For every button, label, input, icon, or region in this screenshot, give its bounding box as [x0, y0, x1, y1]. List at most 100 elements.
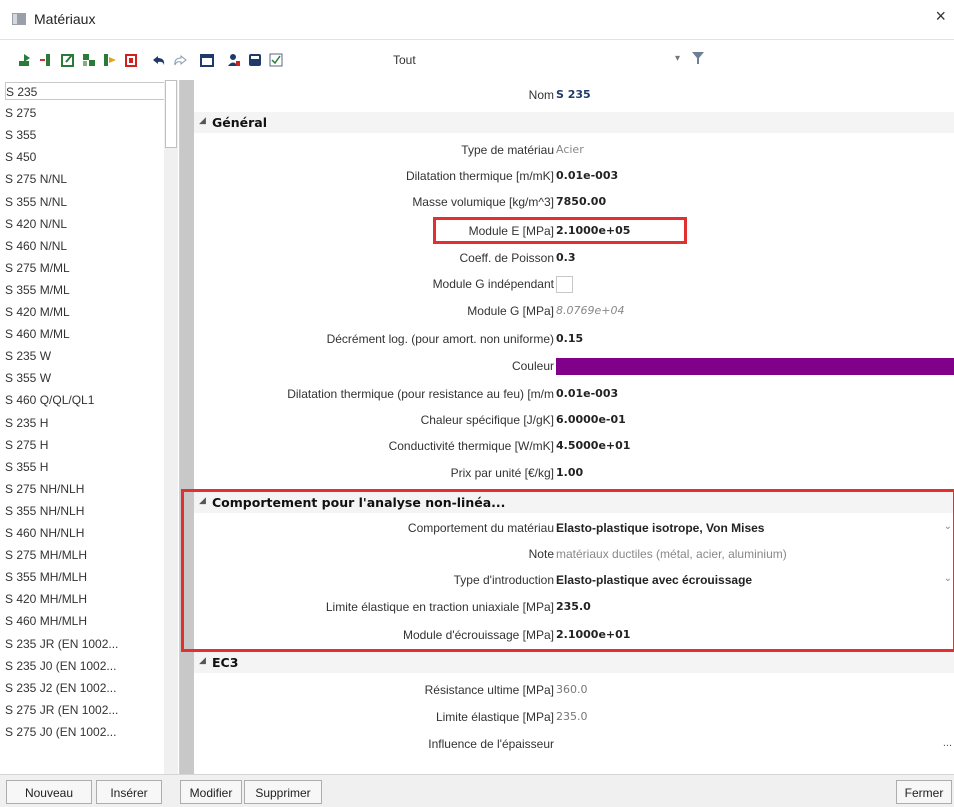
list-item[interactable]: S 460 NH/NLH	[5, 524, 165, 542]
prop-label: Dilatation thermique [m/mK]	[405, 169, 554, 183]
material-list: S 235 S 275 S 355 S 450 S 275 N/NL S 355 N/NL…	[0, 80, 180, 774]
save-icon[interactable]	[248, 53, 262, 67]
collapse-icon[interactable]: ◢	[199, 655, 206, 666]
list-item[interactable]: S 235 H	[5, 414, 165, 432]
highlight-box-nonlinear	[181, 489, 954, 652]
list-item[interactable]: S 275 M/ML	[5, 259, 165, 277]
section-general[interactable]: ◢ Général	[194, 112, 954, 133]
prop-value-dilatation[interactable]: 0.01e-003	[556, 169, 618, 182]
list-item[interactable]: S 460 N/NL	[5, 237, 165, 255]
prop-label: Résistance ultime [MPa]	[424, 683, 554, 697]
prop-row-epaisseur: Influence de l'épaisseur ...	[194, 734, 954, 755]
prop-row-chaleur: Chaleur spécifique [J/gK] 6.0000e-01	[194, 410, 954, 431]
prop-row-module-g: Module G [MPa] 8.0769e+04	[194, 301, 954, 322]
prop-label: Module G [MPa]	[467, 304, 554, 318]
property-grid: Nom S 235 ◢ Général Type de matériau Aci…	[194, 80, 954, 774]
prop-row-module-g-ind: Module G indépendant	[194, 274, 954, 295]
prop-value-type[interactable]: Acier	[556, 143, 584, 156]
prop-value-poisson[interactable]: 0.3	[556, 251, 576, 264]
prop-label: Conductivité thermique [W/mK]	[388, 439, 554, 453]
filter-select[interactable]: Tout	[393, 53, 416, 67]
prop-row-resistance: Résistance ultime [MPa] 360.0	[194, 680, 954, 701]
new-button[interactable]: Nouveau	[6, 780, 92, 804]
scroll-thumb[interactable]	[165, 80, 177, 148]
list-item[interactable]: S 355 M/ML	[5, 281, 165, 299]
list-item[interactable]: S 450	[5, 148, 165, 166]
color-swatch[interactable]	[556, 358, 954, 375]
modify-button[interactable]: Modifier	[180, 780, 242, 804]
list-scrollbar[interactable]	[164, 80, 178, 774]
list-item[interactable]: S 235	[5, 82, 165, 100]
title-bar: Matériaux ×	[0, 0, 954, 40]
prop-value-dilatation-feu[interactable]: 0.01e-003	[556, 387, 618, 400]
prop-value-masse[interactable]: 7850.00	[556, 195, 606, 208]
list-item[interactable]: S 420 MH/MLH	[5, 590, 165, 608]
section-title: Général	[212, 115, 267, 130]
list-item[interactable]: S 235 JR (EN 1002...	[5, 635, 165, 653]
list-item[interactable]: S 235 J0 (EN 1002...	[5, 657, 165, 675]
list-item[interactable]: S 275 NH/NLH	[5, 480, 165, 498]
clear-icon[interactable]	[200, 53, 214, 67]
prop-value-prix[interactable]: 1.00	[556, 466, 583, 479]
list-item[interactable]: S 355 N/NL	[5, 193, 165, 211]
delete-icon[interactable]	[124, 53, 138, 67]
list-item[interactable]: S 275 H	[5, 436, 165, 454]
prop-label: Nom	[528, 88, 554, 102]
prop-value-conductivite[interactable]: 4.5000e+01	[556, 439, 630, 452]
prop-label: Coeff. de Poisson	[459, 251, 554, 265]
list-item[interactable]: S 275 JR (EN 1002...	[5, 701, 165, 719]
close-button[interactable]: Fermer	[896, 780, 952, 804]
list-item[interactable]: S 235 J2 (EN 1002...	[5, 679, 165, 697]
list-item[interactable]: S 355 W	[5, 369, 165, 387]
prop-row-poisson: Coeff. de Poisson 0.3	[194, 248, 954, 269]
undo-icon[interactable]	[152, 53, 166, 67]
list-item[interactable]: S 460 MH/MLH	[5, 612, 165, 630]
prop-value-chaleur[interactable]: 6.0000e-01	[556, 413, 626, 426]
close-icon[interactable]: ×	[935, 6, 946, 27]
prop-label: Chaleur spécifique [J/gK]	[420, 413, 554, 427]
prop-label: Module G indépendant	[432, 277, 554, 291]
export-icon[interactable]	[103, 53, 117, 67]
prop-row-dilatation: Dilatation thermique [m/mK] 0.01e-003	[194, 166, 954, 187]
prop-row-nom: Nom S 235	[194, 85, 954, 106]
prop-value-module-g: 8.0769e+04	[556, 304, 625, 317]
list-item[interactable]: S 355 NH/NLH	[5, 502, 165, 520]
section-ec3[interactable]: ◢ EC3	[194, 652, 954, 673]
list-item[interactable]: S 460 Q/QL/QL1	[5, 391, 165, 409]
import-icon[interactable]	[18, 53, 32, 67]
redo-icon[interactable]	[173, 53, 187, 67]
prop-row-prix: Prix par unité [€/kg] 1.00	[194, 463, 954, 484]
list-item[interactable]: S 275 J0 (EN 1002...	[5, 723, 165, 741]
list-item[interactable]: S 355 MH/MLH	[5, 568, 165, 586]
module-g-checkbox[interactable]	[556, 276, 573, 293]
prop-value-limite-elastique: 235.0	[556, 710, 588, 723]
insert-icon[interactable]	[39, 53, 53, 67]
prop-row-masse: Masse volumique [kg/m^3] 7850.00	[194, 192, 954, 213]
prop-label: Type de matériau	[461, 143, 554, 157]
ellipsis-button[interactable]: ...	[943, 737, 952, 749]
list-item[interactable]: S 355 H	[5, 458, 165, 476]
copy-icon[interactable]	[82, 53, 96, 67]
edit-icon[interactable]	[61, 53, 75, 67]
list-item[interactable]: S 355	[5, 126, 165, 144]
delete-button[interactable]: Supprimer	[244, 780, 322, 804]
insert-button[interactable]: Insérer	[96, 780, 162, 804]
funnel-icon[interactable]	[692, 51, 704, 68]
user-icon[interactable]	[227, 53, 241, 67]
list-item[interactable]: S 275 MH/MLH	[5, 546, 165, 564]
prop-row-type: Type de matériau Acier	[194, 140, 954, 161]
checklist-icon[interactable]	[269, 53, 283, 67]
panel-gutter	[180, 80, 194, 774]
prop-value-decrement[interactable]: 0.15	[556, 332, 583, 345]
list-item[interactable]: S 420 M/ML	[5, 303, 165, 321]
list-item[interactable]: S 275 N/NL	[5, 170, 165, 188]
list-item[interactable]: S 275	[5, 104, 165, 122]
chevron-down-icon[interactable]: ▾	[675, 53, 680, 64]
prop-value-nom[interactable]: S 235	[556, 88, 591, 101]
collapse-icon[interactable]: ◢	[199, 115, 206, 126]
window-title: Matériaux	[34, 11, 96, 27]
list-item[interactable]: S 460 M/ML	[5, 325, 165, 343]
prop-row-couleur: Couleur	[194, 356, 954, 377]
list-item[interactable]: S 420 N/NL	[5, 215, 165, 233]
list-item[interactable]: S 235 W	[5, 347, 165, 365]
